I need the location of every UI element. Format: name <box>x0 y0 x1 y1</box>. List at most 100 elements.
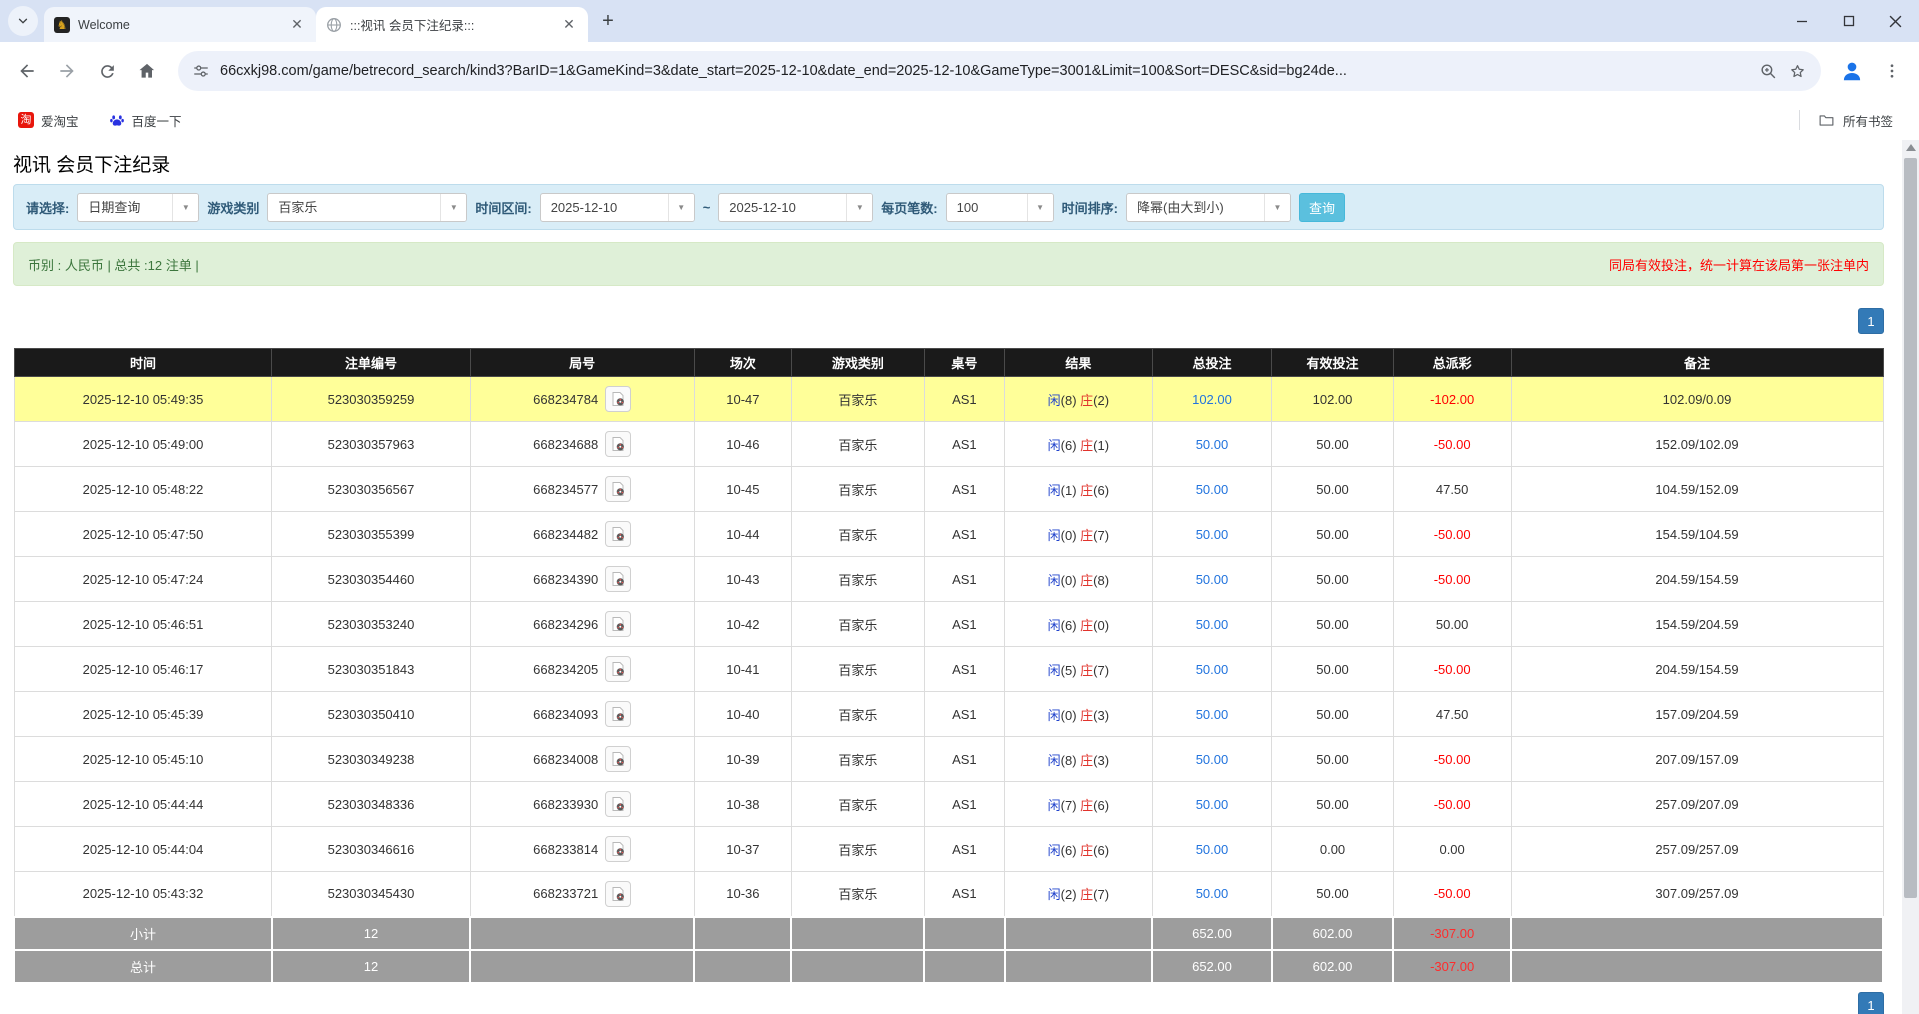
view-round-button[interactable] <box>605 521 631 547</box>
total-bet-link[interactable]: 50.00 <box>1196 886 1229 901</box>
column-header: 时间 <box>14 349 272 377</box>
column-header: 局号 <box>470 349 694 377</box>
maximize-button[interactable] <box>1825 0 1872 42</box>
back-button[interactable] <box>10 54 44 88</box>
column-header: 总投注 <box>1152 349 1272 377</box>
cell-result: 闲(0) 庄(3) <box>1005 692 1153 737</box>
query-type-select[interactable]: 日期查询 ▼ <box>77 193 199 222</box>
welcome-favicon-icon: ♞ <box>54 17 70 33</box>
view-round-button[interactable] <box>605 476 631 502</box>
url-text[interactable]: 66cxkj98.com/game/betrecord_search/kind3… <box>220 63 1749 79</box>
all-bookmarks[interactable]: 所有书签 <box>1799 110 1893 130</box>
total-bet-link[interactable]: 50.00 <box>1196 662 1229 677</box>
cell-table-no: AS1 <box>924 782 1004 827</box>
bet-record-row: 2025-12-10 05:48:22523030356567668234577… <box>14 467 1883 512</box>
forward-button[interactable] <box>50 54 84 88</box>
cell-total-bet[interactable]: 50.00 <box>1152 512 1272 557</box>
home-button[interactable] <box>130 54 164 88</box>
cell-total-bet[interactable]: 102.00 <box>1152 377 1272 422</box>
cell-total-bet[interactable]: 50.00 <box>1152 827 1272 872</box>
bookmark-baidu[interactable]: 百度一下 <box>109 111 182 130</box>
per-page-select[interactable]: 100 ▼ <box>946 193 1054 222</box>
scrollbar[interactable] <box>1902 140 1919 1014</box>
currency-summary: 币别 : 人民币 | 总共 :12 注单 | <box>28 255 199 274</box>
tab-close-icon[interactable]: ✕ <box>288 16 306 34</box>
cell-result: 闲(5) 庄(7) <box>1005 647 1153 692</box>
total-bet-link[interactable]: 50.00 <box>1196 482 1229 497</box>
profile-avatar[interactable] <box>1835 54 1869 88</box>
player-result: 闲 <box>1048 708 1061 723</box>
view-round-button[interactable] <box>605 611 631 637</box>
new-tab-button[interactable]: + <box>594 7 622 35</box>
reload-button[interactable] <box>90 54 124 88</box>
cell-total-bet[interactable]: 50.00 <box>1152 647 1272 692</box>
zoom-icon[interactable] <box>1759 62 1778 81</box>
address-bar[interactable]: 66cxkj98.com/game/betrecord_search/kind3… <box>178 51 1821 91</box>
minimize-button[interactable] <box>1778 0 1825 42</box>
cell-round-id: 668233721 <box>470 872 694 917</box>
cell-round-id: 668234784 <box>470 377 694 422</box>
search-button[interactable]: 查询 <box>1299 193 1345 222</box>
total-bet-link[interactable]: 50.00 <box>1196 527 1229 542</box>
total-bet-link[interactable]: 50.00 <box>1196 617 1229 632</box>
bookmark-star-icon[interactable] <box>1788 62 1807 81</box>
view-round-button[interactable] <box>605 656 631 682</box>
cell-time: 2025-12-10 05:46:51 <box>14 602 272 647</box>
view-round-button[interactable] <box>605 881 631 907</box>
browser-menu-button[interactable] <box>1875 54 1909 88</box>
total-bet-link[interactable]: 50.00 <box>1196 707 1229 722</box>
view-round-icon <box>610 751 626 767</box>
view-round-button[interactable] <box>605 791 631 817</box>
total-bet-link[interactable]: 50.00 <box>1196 437 1229 452</box>
cell-total-bet[interactable]: 50.00 <box>1152 602 1272 647</box>
tab-welcome[interactable]: ♞ Welcome ✕ <box>44 7 316 42</box>
date-end-value: 2025-12-10 <box>719 194 846 221</box>
cell-remark: 104.59/152.09 <box>1511 467 1883 512</box>
cell-total-bet[interactable]: 50.00 <box>1152 422 1272 467</box>
game-type-select[interactable]: 百家乐 ▼ <box>267 193 467 222</box>
page-1-button[interactable]: 1 <box>1858 308 1884 334</box>
page-1-button[interactable]: 1 <box>1858 992 1884 1014</box>
view-round-button[interactable] <box>605 386 631 412</box>
cell-total-bet[interactable]: 50.00 <box>1152 692 1272 737</box>
sort-select[interactable]: 降幂(由大到小) ▼ <box>1126 193 1291 222</box>
date-start-select[interactable]: 2025-12-10 ▼ <box>540 193 695 222</box>
cell-round-id: 668234008 <box>470 737 694 782</box>
view-round-button[interactable] <box>605 701 631 727</box>
footer-empty <box>1005 950 1153 983</box>
view-round-button[interactable] <box>605 836 631 862</box>
view-round-button[interactable] <box>605 746 631 772</box>
cell-total-bet[interactable]: 50.00 <box>1152 782 1272 827</box>
player-result: 闲 <box>1048 663 1061 678</box>
date-end-select[interactable]: 2025-12-10 ▼ <box>718 193 873 222</box>
cell-bet-id: 523030345430 <box>272 872 470 917</box>
total-row: 小计12652.00602.00-307.00 <box>14 917 1883 950</box>
cell-round-id: 668234688 <box>470 422 694 467</box>
total-bet-link[interactable]: 102.00 <box>1192 392 1232 407</box>
scroll-up-icon[interactable] <box>1906 144 1916 151</box>
tab-search-button[interactable] <box>8 6 38 36</box>
total-bet-link[interactable]: 50.00 <box>1196 797 1229 812</box>
sort-value: 降幂(由大到小) <box>1127 194 1264 221</box>
close-icon <box>1889 15 1902 28</box>
bookmark-taobao[interactable]: 淘 爱淘宝 <box>18 111 79 130</box>
cell-round-id: 668234482 <box>470 512 694 557</box>
cell-valid-bet: 50.00 <box>1272 737 1393 782</box>
tab-title: Welcome <box>78 18 280 32</box>
cell-total-bet[interactable]: 50.00 <box>1152 872 1272 917</box>
tab-bet-record[interactable]: :::视讯 会员下注纪录::: ✕ <box>316 7 588 42</box>
view-round-button[interactable] <box>605 431 631 457</box>
total-bet-link[interactable]: 50.00 <box>1196 572 1229 587</box>
close-window-button[interactable] <box>1872 0 1919 42</box>
total-bet-link[interactable]: 50.00 <box>1196 752 1229 767</box>
cell-total-bet[interactable]: 50.00 <box>1152 467 1272 512</box>
tab-close-icon[interactable]: ✕ <box>560 16 578 34</box>
cell-total-bet[interactable]: 50.00 <box>1152 737 1272 782</box>
cell-total-bet[interactable]: 50.00 <box>1152 557 1272 602</box>
total-bet-link[interactable]: 50.00 <box>1196 842 1229 857</box>
view-round-button[interactable] <box>605 566 631 592</box>
column-header: 总派彩 <box>1393 349 1511 377</box>
footer-label: 小计 <box>14 917 272 950</box>
scrollbar-thumb[interactable] <box>1904 158 1917 898</box>
cell-round-id: 668234296 <box>470 602 694 647</box>
